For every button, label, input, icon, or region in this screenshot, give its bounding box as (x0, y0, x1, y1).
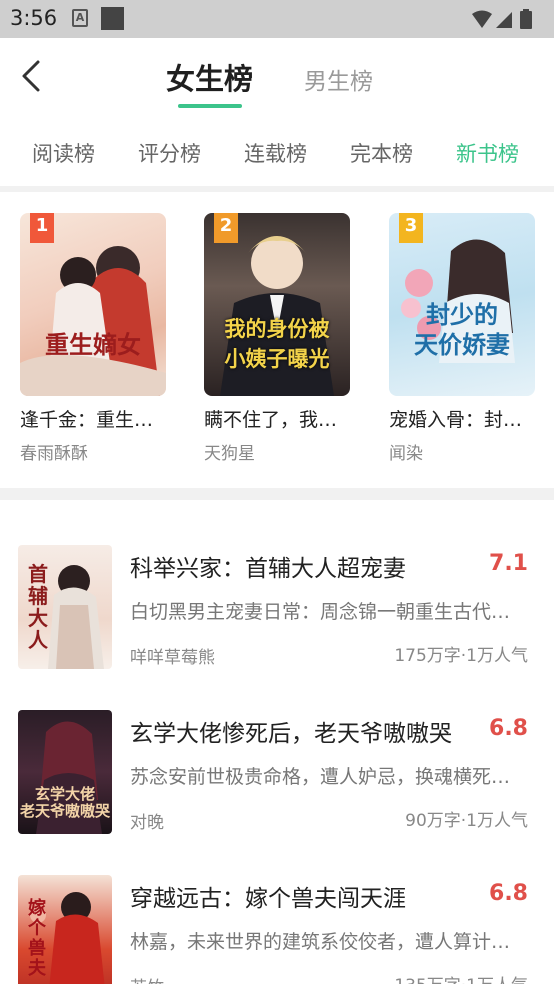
book-description: 林嘉，未来世界的建筑系佼佼者，遭人算计… (130, 931, 511, 953)
subtab-rating[interactable]: 评分榜 (138, 138, 201, 168)
book-cover: 重生嫡女 1 (20, 213, 166, 396)
book-cover: 首辅大人 (18, 545, 112, 669)
status-bar: 3:56 A (0, 0, 554, 38)
book-cover: 玄学大佬 老天爷嗷嗷哭 (18, 710, 112, 834)
top-book-card[interactable]: 重生嫡女 1 逢千金：重生… 春雨酥酥 (20, 213, 166, 464)
book-cover: 我的身份被 小姨子曝光 2 (204, 213, 350, 396)
tab-male-rank[interactable]: 男生榜 (304, 62, 373, 96)
rank-subtabs: 阅读榜 评分榜 连载榜 完本榜 新书榜 (0, 126, 554, 180)
app-header: 女生榜 男生榜 (0, 38, 554, 118)
notification-a-icon: A (72, 9, 88, 27)
status-time: 3:56 (10, 6, 58, 30)
tab-female-rank[interactable]: 女生榜 (166, 56, 253, 98)
book-meta: 135万字·1万人气 (394, 971, 528, 984)
top-book-card[interactable]: 封少的 天价娇妻 3 宠婚入骨：封… 闻染 (389, 213, 535, 464)
active-tab-indicator (178, 104, 242, 108)
subtab-new-books[interactable]: 新书榜 (456, 138, 519, 168)
book-meta: 90万字·1万人气 (405, 811, 528, 831)
subtab-completed[interactable]: 完本榜 (350, 138, 413, 168)
subtab-serial[interactable]: 连载榜 (244, 138, 307, 168)
book-meta: 175万字·1万人气 (394, 646, 528, 666)
rank-badge: 2 (214, 213, 238, 243)
list-item[interactable]: 首辅大人 科举兴家：首辅大人超宠妻 7.1 白切黑男主宠妻日常：周念锦一朝重生古… (0, 545, 554, 695)
list-item[interactable]: 嫁个兽夫 穿越远古：嫁个兽夫闯天涯 6.8 林嘉，未来世界的建筑系佼佼者，遭人算… (0, 875, 554, 984)
book-author: 对晚 (130, 813, 164, 833)
rank-badge: 1 (30, 213, 54, 243)
book-score: 6.8 (489, 881, 528, 906)
book-author: 咩咩草莓熊 (130, 648, 215, 668)
book-score: 7.1 (489, 551, 528, 576)
book-title: 穿越远古：嫁个兽夫闯天涯 (130, 886, 406, 912)
top-book-card[interactable]: 我的身份被 小姨子曝光 2 瞒不住了，我… 天狗星 (204, 213, 350, 464)
book-description: 苏念安前世极贵命格，遭人妒忌，换魂横死… (130, 766, 511, 788)
section-divider (0, 488, 554, 500)
book-author: 若竹 (130, 973, 164, 984)
book-author: 春雨酥酥 (20, 444, 88, 464)
cell-signal-icon (496, 12, 512, 28)
book-author: 天狗星 (204, 444, 255, 464)
notification-square-icon (101, 7, 124, 30)
book-title: 逢千金：重生… (20, 409, 154, 431)
book-author: 闻染 (389, 444, 423, 464)
book-description: 白切黑男主宠妻日常：周念锦一朝重生古代… (130, 601, 511, 623)
book-cover: 封少的 天价娇妻 3 (389, 213, 535, 396)
book-title: 宠婚入骨：封… (389, 409, 523, 431)
battery-icon (520, 11, 532, 29)
subtab-reading[interactable]: 阅读榜 (32, 138, 95, 168)
book-score: 6.8 (489, 716, 528, 741)
list-item[interactable]: 玄学大佬 老天爷嗷嗷哭 玄学大佬惨死后，老天爷嗷嗷哭 6.8 苏念安前世极贵命格，… (0, 710, 554, 860)
book-title: 瞒不住了，我… (204, 409, 338, 431)
wifi-icon (472, 10, 492, 28)
rank-badge: 3 (399, 213, 423, 243)
signal-battery-icons (472, 9, 532, 29)
section-divider (0, 186, 554, 192)
book-title: 玄学大佬惨死后，老天爷嗷嗷哭 (130, 721, 452, 747)
book-cover: 嫁个兽夫 (18, 875, 112, 984)
back-arrow-icon[interactable] (18, 58, 48, 94)
book-title: 科举兴家：首辅大人超宠妻 (130, 556, 406, 582)
